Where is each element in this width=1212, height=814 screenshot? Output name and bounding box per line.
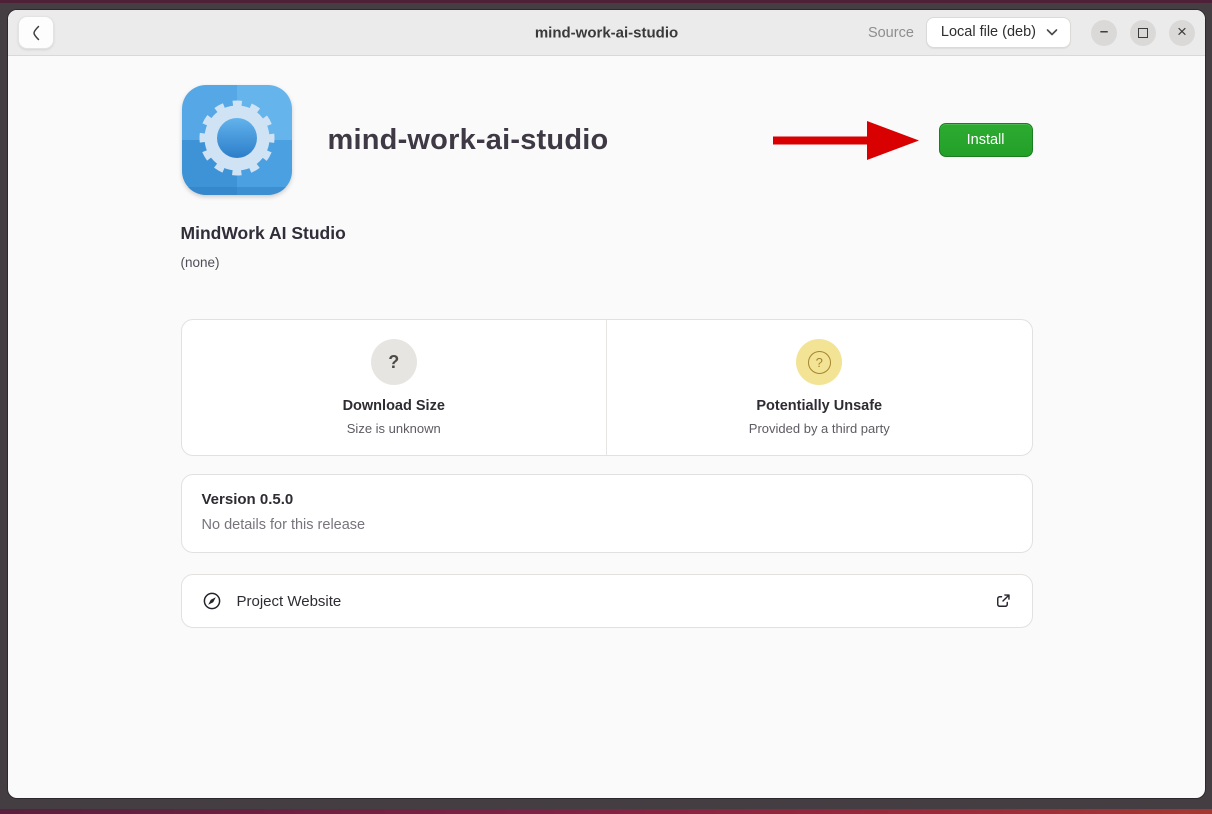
tile-subtitle: Size is unknown: [347, 421, 441, 436]
project-website-row[interactable]: Project Website: [181, 574, 1033, 628]
tile-title: Download Size: [343, 398, 445, 414]
circled-question-badge-icon: ?: [796, 339, 842, 385]
back-button[interactable]: [18, 16, 54, 49]
app-display-name: MindWork AI Studio: [181, 223, 1033, 244]
version-subtitle: No details for this release: [202, 517, 1012, 533]
chevron-down-icon: [1046, 28, 1058, 36]
close-button[interactable]: ×: [1169, 20, 1195, 46]
desktop-wallpaper-top-edge: [0, 0, 1212, 3]
back-chevron-icon: [28, 24, 44, 42]
download-size-tile[interactable]: ? Download Size Size is unknown: [182, 320, 607, 455]
app-icon-gear: [181, 84, 293, 196]
question-mark-badge-icon: ?: [371, 339, 417, 385]
minimize-icon: –: [1100, 24, 1108, 39]
window-controls: – ×: [1091, 20, 1195, 46]
compass-icon: [202, 591, 222, 611]
source-dropdown[interactable]: Local file (deb): [926, 17, 1071, 48]
install-button[interactable]: Install: [939, 123, 1033, 157]
website-label: Project Website: [237, 593, 342, 610]
minimize-button[interactable]: –: [1091, 20, 1117, 46]
version-card: Version 0.5.0 No details for this releas…: [181, 474, 1033, 553]
app-name-heading: mind-work-ai-studio: [328, 124, 609, 157]
software-window: mind-work-ai-studio Source Local file (d…: [8, 10, 1205, 798]
window-title: mind-work-ai-studio: [535, 24, 678, 41]
titlebar: mind-work-ai-studio Source Local file (d…: [8, 10, 1205, 56]
annotation-arrow-icon: [771, 118, 921, 162]
source-dropdown-value: Local file (deb): [941, 24, 1036, 40]
tile-subtitle: Provided by a third party: [749, 421, 890, 436]
source-label: Source: [868, 25, 914, 41]
tile-title: Potentially Unsafe: [756, 398, 882, 414]
app-developer: (none): [181, 255, 1033, 270]
close-icon: ×: [1177, 23, 1187, 40]
version-title: Version 0.5.0: [202, 491, 1012, 508]
potentially-unsafe-tile[interactable]: ? Potentially Unsafe Provided by a third…: [606, 320, 1032, 455]
maximize-button[interactable]: [1130, 20, 1156, 46]
desktop-wallpaper-bottom-edge: [0, 809, 1212, 814]
context-tiles-card: ? Download Size Size is unknown ? Potent…: [181, 319, 1033, 456]
maximize-icon: [1138, 28, 1148, 38]
main-content: mind-work-ai-studio Install MindWork AI …: [8, 56, 1205, 798]
app-hero: mind-work-ai-studio Install: [181, 84, 1033, 196]
external-link-icon: [993, 592, 1012, 611]
